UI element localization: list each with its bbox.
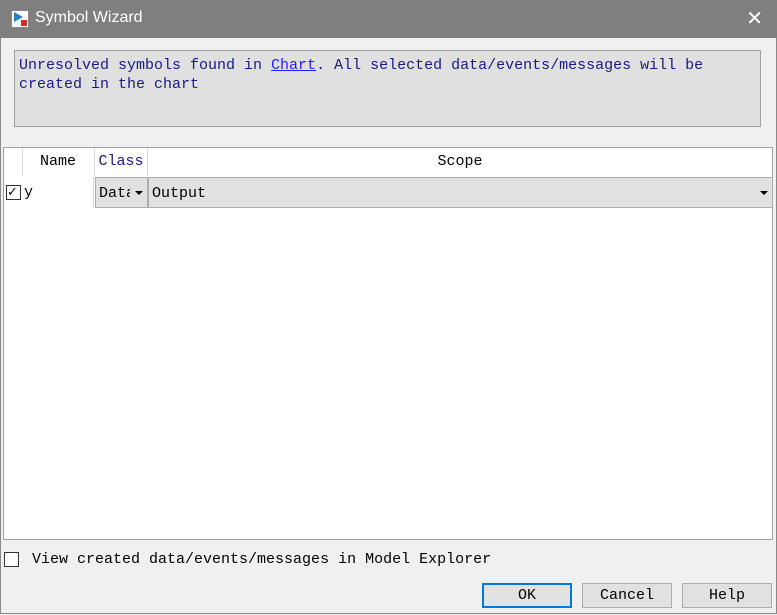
row-name[interactable]: y — [24, 177, 94, 208]
close-icon[interactable]: ✕ — [746, 6, 763, 31]
symbols-table: Name Class Scope y Data Output — [3, 147, 773, 540]
chevron-down-icon — [135, 191, 143, 195]
model-explorer-checkbox[interactable] — [4, 552, 19, 567]
chevron-down-icon — [760, 191, 768, 195]
class-dropdown[interactable]: Data — [95, 177, 148, 208]
ok-button[interactable]: OK — [482, 583, 572, 608]
cancel-button[interactable]: Cancel — [582, 583, 672, 608]
model-explorer-label: View created data/events/messages in Mod… — [32, 551, 492, 568]
model-explorer-option[interactable]: View created data/events/messages in Mod… — [4, 551, 491, 568]
window-title: Symbol Wizard — [35, 9, 143, 26]
row-checkbox[interactable] — [6, 177, 21, 208]
scope-dropdown[interactable]: Output — [148, 177, 773, 208]
class-value: Data — [99, 185, 130, 202]
help-button[interactable]: Help — [682, 583, 772, 608]
scope-value: Output — [152, 185, 207, 202]
row-checkbox-cell — [6, 177, 22, 208]
header-class[interactable]: Class — [95, 148, 148, 176]
chart-link[interactable]: Chart — [271, 57, 316, 74]
message-box: Unresolved symbols found in Chart. All s… — [14, 50, 761, 127]
app-icon — [11, 10, 29, 28]
header-check — [4, 148, 23, 176]
message-prefix: Unresolved symbols found in — [19, 57, 272, 74]
header-name[interactable]: Name — [22, 148, 95, 176]
header-scope[interactable]: Scope — [148, 148, 772, 176]
title-bar: Symbol Wizard ✕ — [0, 0, 777, 38]
